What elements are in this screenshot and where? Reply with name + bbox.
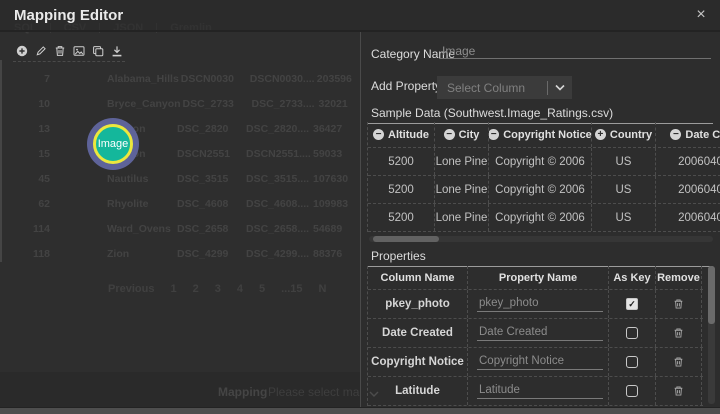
as-key-checkbox[interactable]: ✓ <box>626 356 638 368</box>
property-name-header: Property Name <box>468 266 609 289</box>
page-title: Mapping Editor <box>14 7 123 24</box>
mapping-canvas: Image <box>0 32 360 407</box>
category-name-input[interactable]: Image <box>439 44 711 59</box>
remove-header: Remove <box>656 266 702 289</box>
sample-header-cell[interactable]: − Copyright Notice <box>489 122 592 147</box>
column-toggle-icon[interactable]: + <box>595 129 606 140</box>
edit-pencil-icon <box>35 45 47 57</box>
sample-column-label: Country <box>610 129 652 141</box>
delete-button[interactable] <box>53 44 66 57</box>
column-toggle-icon[interactable]: − <box>489 129 499 140</box>
sample-column-label: Altitude <box>388 129 429 141</box>
copy-icon <box>92 45 104 57</box>
as-key-checkbox[interactable]: ✓ <box>626 385 638 397</box>
property-row: Date Created Date Created ✓ <box>368 319 703 348</box>
as-key-checkbox[interactable]: ✓ <box>626 327 638 339</box>
property-row: Copyright Notice Copyright Notice ✓ <box>368 348 703 377</box>
sample-column-label: Date Cre <box>685 129 720 141</box>
sample-scrollbar-thumb[interactable] <box>373 236 439 242</box>
graph-node-label: Image <box>98 138 129 150</box>
remove-property-button[interactable] <box>673 385 684 397</box>
property-column-name: Copyright Notice <box>368 348 468 376</box>
add-circle-icon <box>16 45 28 57</box>
graph-node-inner: Image <box>93 124 133 164</box>
remove-property-button[interactable] <box>673 356 684 368</box>
add-property-label: Add Property <box>371 79 441 93</box>
graph-node-image[interactable]: Image <box>87 118 139 170</box>
trash-icon <box>54 45 66 57</box>
properties-scrollbar-thumb[interactable] <box>708 266 715 324</box>
dialog-titlebar: Mapping Editor × <box>0 0 720 32</box>
add-node-button[interactable] <box>15 44 28 57</box>
close-icon[interactable]: × <box>692 5 710 25</box>
remove-property-button[interactable] <box>673 298 684 310</box>
column-select-value: Select Column <box>437 81 547 95</box>
copy-button[interactable] <box>91 44 104 57</box>
sample-column-label: City <box>459 129 480 141</box>
property-name-input[interactable]: Date Created <box>477 326 603 341</box>
image-button[interactable] <box>72 44 85 57</box>
trash-icon <box>673 385 684 397</box>
sample-horizontal-scrollbar <box>369 236 713 242</box>
sample-header-cell[interactable]: − Altitude <box>368 122 435 147</box>
sample-column-label: Copyright Notice <box>503 129 592 141</box>
sample-header-cell[interactable]: − City <box>435 122 489 147</box>
remove-property-button[interactable] <box>673 327 684 339</box>
properties-header-row: Column Name Property Name As Key Remove <box>368 266 703 290</box>
properties-table: Column Name Property Name As Key Remove … <box>367 266 703 406</box>
property-row: pkey_photo pkey_photo ✓ <box>368 290 703 319</box>
sample-data-row: 5200 Lone Pine Copyright © 2006 US 20060… <box>368 204 720 232</box>
property-name-input[interactable]: pkey_photo <box>477 297 603 312</box>
column-toggle-icon[interactable]: − <box>670 129 681 140</box>
property-name-input[interactable]: Copyright Notice <box>477 355 603 370</box>
scroll-more-chevron-icon <box>369 384 379 402</box>
image-icon <box>73 45 85 57</box>
property-column-name: pkey_photo <box>368 290 468 318</box>
column-toggle-icon[interactable]: − <box>373 129 384 140</box>
mapping-settings-panel: Category Name Image Add Property Select … <box>360 32 720 407</box>
column-name-header: Column Name <box>368 266 468 289</box>
column-select[interactable]: Select Column <box>437 76 572 99</box>
bottom-scroll-strip <box>0 407 720 414</box>
sample-header-cell[interactable]: − Date Cre <box>656 122 720 147</box>
canvas-toolbar <box>13 44 125 62</box>
download-button[interactable] <box>110 44 123 57</box>
properties-title: Properties <box>367 249 713 267</box>
edit-button[interactable] <box>34 44 47 57</box>
as-key-checkbox[interactable]: ✓ <box>626 298 638 310</box>
property-row: Latitude Latitude ✓ <box>368 377 703 406</box>
sample-header-row: − Altitude − City − Copyright Notice <box>368 122 720 148</box>
as-key-header: As Key <box>609 266 656 289</box>
sample-data-row: 5200 Lone Pine Copyright © 2006 US 20060… <box>368 148 720 176</box>
column-toggle-icon[interactable]: − <box>444 129 455 140</box>
sample-data-table: − Altitude − City − Copyright Notice <box>367 122 720 232</box>
trash-icon <box>673 356 684 368</box>
sample-header-cell[interactable]: + Country <box>592 122 656 147</box>
trash-icon <box>673 327 684 339</box>
download-icon <box>111 45 123 57</box>
trash-icon <box>673 298 684 310</box>
property-column-name: Date Created <box>368 319 468 347</box>
chevron-down-icon <box>548 84 572 91</box>
sample-data-row: 5200 Lone Pine Copyright © 2006 US 20060… <box>368 176 720 204</box>
properties-vertical-scrollbar <box>708 266 715 404</box>
property-name-input[interactable]: Latitude <box>477 384 603 399</box>
property-column-name: Latitude <box>368 377 468 405</box>
mapping-editor-dialog: SQL CSV JSON Gremlin 7 Alabama_Hills DSC… <box>0 0 720 414</box>
